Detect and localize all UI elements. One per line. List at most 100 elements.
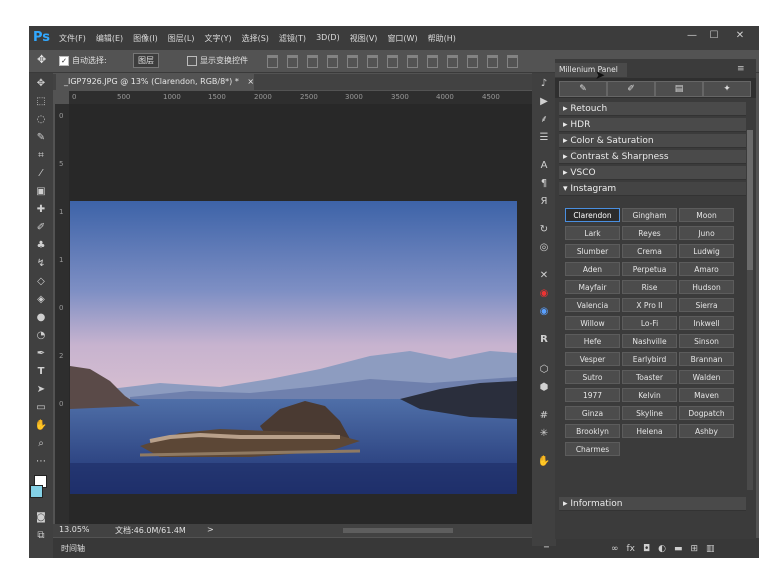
menu-3d[interactable]: 3D(D) <box>316 33 340 44</box>
filter-button-juno[interactable]: Juno <box>679 226 734 240</box>
distribute-hcenter-icon[interactable] <box>467 55 478 68</box>
screen-mode-icon[interactable]: ⧉ <box>34 529 48 543</box>
glyphs-icon[interactable]: Я <box>537 195 551 209</box>
histogram-icon[interactable]: ♪ <box>537 77 551 91</box>
quick-mask-icon[interactable]: ◙ <box>34 511 48 525</box>
distribute-left-icon[interactable] <box>447 55 458 68</box>
section-color-saturation[interactable]: ▸ Color & Saturation <box>559 134 746 148</box>
millenium-panel-tab[interactable]: Millenium Panel <box>555 63 627 77</box>
close-button[interactable]: ✕ <box>731 30 749 42</box>
show-transform-option[interactable]: 显示变换控件 <box>187 55 248 66</box>
zoom-level[interactable]: 13.05% <box>59 525 90 534</box>
menu-help[interactable]: 帮助(H) <box>428 33 456 44</box>
crop-tool-icon[interactable]: ⌗ <box>34 149 48 163</box>
align-top-icon[interactable] <box>267 55 278 68</box>
minimize-button[interactable]: — <box>683 30 701 42</box>
filter-button-sutro[interactable]: Sutro <box>565 370 620 384</box>
align-bottom-icon[interactable] <box>307 55 318 68</box>
mask-icon[interactable]: ◘ <box>643 544 650 554</box>
section-hdr[interactable]: ▸ HDR <box>559 118 746 132</box>
filter-button-maven[interactable]: Maven <box>679 388 734 402</box>
filter-button-earlybird[interactable]: Earlybird <box>622 352 677 366</box>
grid-icon[interactable]: # <box>537 409 551 423</box>
filter-button-mayfair[interactable]: Mayfair <box>565 280 620 294</box>
pen-tool-icon[interactable]: ✒ <box>34 347 48 361</box>
path-select-icon[interactable]: ➤ <box>34 383 48 397</box>
panel-scrollbar-thumb[interactable] <box>747 130 753 270</box>
status-menu-arrow[interactable]: > <box>207 525 214 534</box>
section-contrast-sharpness[interactable]: ▸ Contrast & Sharpness <box>559 150 746 164</box>
distribute-right-icon[interactable] <box>487 55 498 68</box>
section-information[interactable]: ▸ Information <box>559 497 746 511</box>
auto-select-dropdown[interactable]: 图层 <box>133 53 159 68</box>
panel-scrollbar[interactable] <box>747 130 753 490</box>
filter-button-ginza[interactable]: Ginza <box>565 406 620 420</box>
brush-icon[interactable]: ✎ <box>559 81 607 97</box>
3d-object-icon[interactable]: ⬢ <box>537 381 551 395</box>
character-icon[interactable]: A <box>537 159 551 173</box>
filter-button-ashby[interactable]: Ashby <box>679 424 734 438</box>
filter-button-vesper[interactable]: Vesper <box>565 352 620 366</box>
eraser-tool-icon[interactable]: ◇ <box>34 275 48 289</box>
hand-icon[interactable]: ✋ <box>537 455 551 469</box>
filter-button-walden[interactable]: Walden <box>679 370 734 384</box>
dodge-tool-icon[interactable]: ◔ <box>34 329 48 343</box>
align-left-icon[interactable] <box>327 55 338 68</box>
section-instagram[interactable]: ▾ Instagram <box>559 182 746 196</box>
zoom-tool-icon[interactable]: ⌕ <box>34 437 48 451</box>
maximize-button[interactable]: ☐ <box>705 30 723 42</box>
filter-button-ludwig[interactable]: Ludwig <box>679 244 734 258</box>
tools-cross-icon[interactable]: ✕ <box>537 269 551 283</box>
filter-button-clarendon[interactable]: Clarendon <box>565 208 620 222</box>
menu-select[interactable]: 选择(S) <box>242 33 269 44</box>
move-tool-icon[interactable]: ✥ <box>37 53 46 66</box>
filter-button-sierra[interactable]: Sierra <box>679 298 734 312</box>
distribute-bottom-icon[interactable] <box>427 55 438 68</box>
folder-icon[interactable]: ▬ <box>674 544 683 554</box>
paint-bucket-icon[interactable]: ◈ <box>34 293 48 307</box>
properties-icon[interactable]: ◎ <box>537 241 551 255</box>
hand-tool-icon[interactable]: ✋ <box>34 419 48 433</box>
foreground-color-swatch[interactable] <box>30 485 43 498</box>
filter-button-inkwell[interactable]: Inkwell <box>679 316 734 330</box>
menu-file[interactable]: 文件(F) <box>59 33 86 44</box>
3d-cube-icon[interactable]: ⬡ <box>537 363 551 377</box>
link-icon[interactable]: ∞ <box>611 544 619 554</box>
menu-type[interactable]: 文字(Y) <box>204 33 231 44</box>
align-vcenter-icon[interactable] <box>287 55 298 68</box>
history-brush-icon[interactable]: ↯ <box>34 257 48 271</box>
brush-settings-icon[interactable]: ⸙ <box>537 113 551 127</box>
healing-brush-icon[interactable]: ✚ <box>34 203 48 217</box>
adjustments-icon[interactable]: ☰ <box>537 131 551 145</box>
filter-button-perpetua[interactable]: Perpetua <box>622 262 677 276</box>
paragraph-icon[interactable]: ¶ <box>537 177 551 191</box>
filter-button-sinson[interactable]: Sinson <box>679 334 734 348</box>
menu-view[interactable]: 视图(V) <box>350 33 378 44</box>
menu-filter[interactable]: 滤镜(T) <box>279 33 306 44</box>
align-hcenter-icon[interactable] <box>347 55 358 68</box>
type-tool-icon[interactable]: T <box>34 365 48 379</box>
filter-button-reyes[interactable]: Reyes <box>622 226 677 240</box>
filter-button-hefe[interactable]: Hefe <box>565 334 620 348</box>
filter-button-kelvin[interactable]: Kelvin <box>622 388 677 402</box>
panel-menu-icon[interactable]: ≡ <box>737 64 745 74</box>
menu-layer[interactable]: 图层(L) <box>168 33 195 44</box>
filter-button-1977[interactable]: 1977 <box>565 388 620 402</box>
rectangle-tool-icon[interactable]: ▭ <box>34 401 48 415</box>
new-layer-icon[interactable]: ⊞ <box>691 544 699 554</box>
play-actions-icon[interactable]: ▶ <box>537 95 551 109</box>
document-tab[interactable]: _IGP7926.JPG @ 13% (Clarendon, RGB/8*) *… <box>56 74 254 90</box>
adjustment-layer-icon[interactable]: ◐ <box>658 544 666 554</box>
menu-image[interactable]: 图像(I) <box>133 33 158 44</box>
eyedropper-tool-icon[interactable]: ⁄ <box>34 167 48 181</box>
filter-button-amaro[interactable]: Amaro <box>679 262 734 276</box>
section-vsco[interactable]: ▸ VSCO <box>559 166 746 180</box>
auto-select-option[interactable]: ✓ 自动选择: <box>59 55 107 66</box>
pencil-icon[interactable]: ✐ <box>607 81 655 97</box>
quick-select-tool-icon[interactable]: ✎ <box>34 131 48 145</box>
filter-button-slumber[interactable]: Slumber <box>565 244 620 258</box>
filter-button-dogpatch[interactable]: Dogpatch <box>679 406 734 420</box>
horizontal-scrollbar[interactable] <box>343 528 453 533</box>
auto-align-icon[interactable] <box>507 55 518 68</box>
filter-button-moon[interactable]: Moon <box>679 208 734 222</box>
